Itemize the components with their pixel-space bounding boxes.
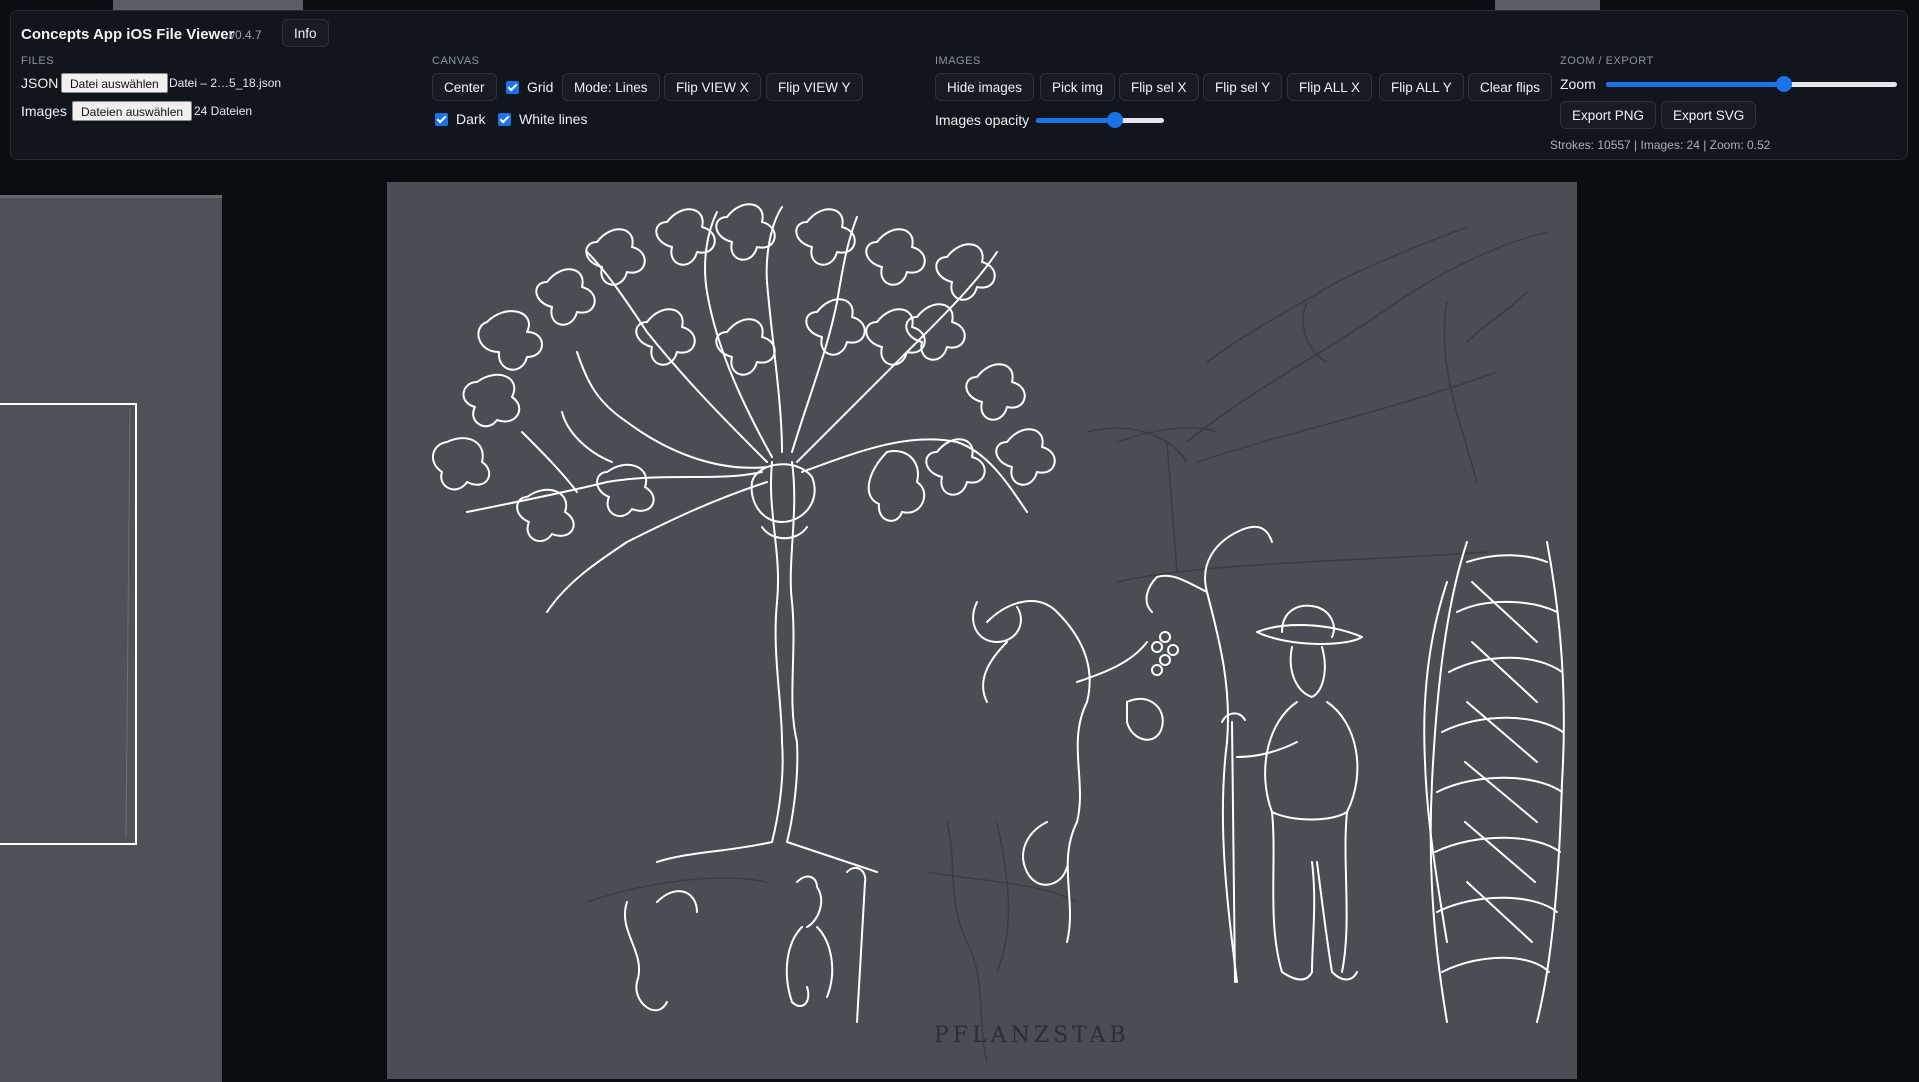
center-button[interactable]: Center [432, 73, 497, 101]
zoom-export-section-label: ZOOM / EXPORT [1560, 55, 1654, 67]
flip-sel-x-button[interactable]: Flip sel X [1119, 73, 1199, 101]
slider-fill [1036, 118, 1116, 123]
json-file-button[interactable]: Datei auswählen [61, 73, 168, 93]
dark-label: Dark [456, 111, 486, 127]
canvas-section-label: CANVAS [432, 55, 480, 67]
images-file-count: 24 Dateien [194, 104, 253, 118]
images-file-button[interactable]: Dateien auswählen [72, 101, 193, 121]
flip-all-y-button[interactable]: Flip ALL Y [1379, 73, 1464, 101]
zoom-label: Zoom [1560, 76, 1596, 92]
info-button[interactable]: Info [282, 19, 329, 47]
flip-view-y-button[interactable]: Flip VIEW Y [766, 73, 863, 101]
images-opacity-label: Images opacity [935, 112, 1030, 128]
dark-checkbox[interactable] [435, 113, 448, 126]
json-filename: Datei – 2…5_18.json [169, 76, 282, 90]
mode-button[interactable]: Mode: Lines [562, 73, 660, 101]
side-sketch [0, 403, 137, 845]
drawing-caption: PFLANZSTAB [934, 1023, 1130, 1048]
main-drawing-image[interactable]: PFLANZSTAB [387, 182, 1577, 1079]
images-section-label: IMAGES [935, 55, 981, 67]
top-canvas-edge [1495, 0, 1600, 10]
status-text: Strokes: 10557 | Images: 24 | Zoom: 0.52 [1550, 138, 1771, 152]
flip-view-x-button[interactable]: Flip VIEW X [664, 73, 761, 101]
flip-all-x-button[interactable]: Flip ALL X [1287, 73, 1373, 101]
export-png-button[interactable]: Export PNG [1560, 101, 1657, 129]
images-label: Images [21, 103, 67, 119]
flip-sel-y-button[interactable]: Flip sel Y [1203, 73, 1283, 101]
images-opacity-slider[interactable] [1036, 112, 1164, 128]
json-label: JSON [21, 75, 59, 91]
side-image-panel[interactable] [0, 195, 222, 1082]
zoom-slider[interactable] [1606, 76, 1897, 92]
hide-images-button[interactable]: Hide images [935, 73, 1035, 101]
files-section-label: FILES [21, 55, 55, 67]
slider-thumb[interactable] [1107, 112, 1124, 128]
export-svg-button[interactable]: Export SVG [1661, 101, 1757, 129]
white-lines-checkbox[interactable] [498, 113, 511, 126]
app-title: Concepts App iOS File Viewer [21, 26, 235, 43]
slider-fill [1606, 82, 1784, 87]
grid-label: Grid [527, 79, 554, 95]
top-canvas-edge [113, 0, 303, 10]
app-version: v0.4.7 [229, 28, 262, 42]
clear-flips-button[interactable]: Clear flips [1468, 73, 1553, 101]
pick-img-button[interactable]: Pick img [1040, 73, 1116, 101]
white-lines-label: White lines [519, 111, 588, 127]
vine-sketch [432, 203, 1565, 1063]
slider-thumb[interactable] [1775, 76, 1792, 92]
grid-checkbox[interactable] [506, 81, 519, 94]
